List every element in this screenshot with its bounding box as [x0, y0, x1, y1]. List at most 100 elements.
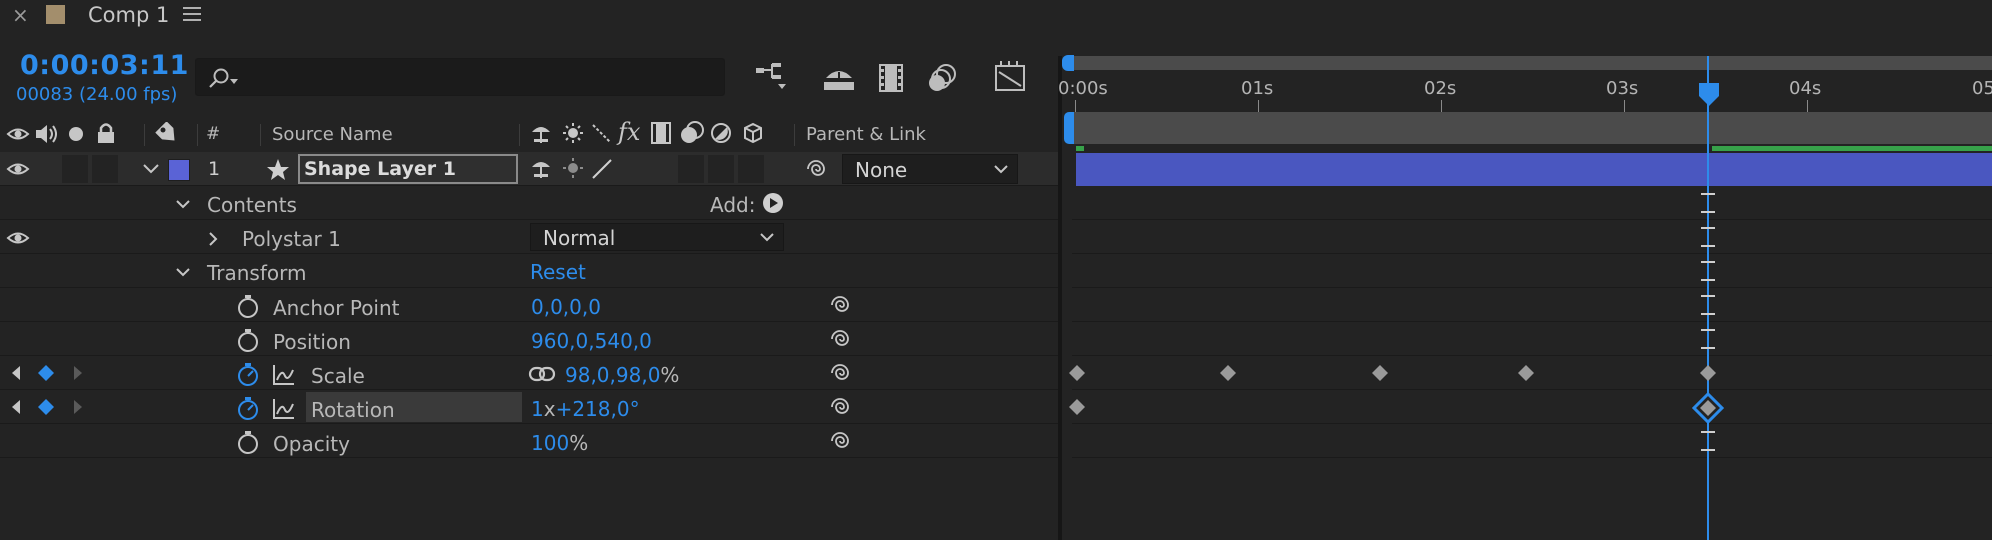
composition-tab-title[interactable]: Comp 1 — [88, 3, 169, 27]
audio-icon[interactable] — [34, 122, 60, 146]
expression-pick-whip-icon[interactable] — [830, 429, 854, 453]
graph-toggle-icon[interactable] — [272, 398, 296, 420]
solo-icon[interactable] — [68, 126, 84, 142]
time-navigator-bar[interactable] — [1066, 56, 1992, 70]
transform-label: Transform — [207, 261, 307, 285]
keyframe-diamond[interactable] — [1517, 364, 1535, 382]
blend-mode-dropdown[interactable]: Normal — [530, 223, 784, 251]
keyframe-diamond[interactable] — [1699, 364, 1717, 382]
keyframe-diamond[interactable] — [1219, 364, 1237, 382]
stopwatch-icon[interactable] — [236, 430, 260, 456]
previous-keyframe-icon[interactable] — [10, 365, 22, 381]
layer-adjustment-switch[interactable] — [708, 155, 734, 183]
constrain-proportions-link-icon[interactable] — [528, 365, 556, 383]
search-input[interactable] — [241, 63, 711, 91]
layer-duration-bar[interactable] — [1076, 153, 1992, 186]
next-keyframe-icon[interactable] — [72, 399, 84, 415]
timeline-tracks[interactable] — [1072, 152, 1992, 458]
current-time-display[interactable]: 0:00:03:11 — [20, 50, 189, 81]
chevron-down-icon[interactable] — [175, 199, 191, 209]
layer-shy-switch-icon[interactable] — [530, 157, 552, 179]
keyframe-diamond-selected[interactable] — [1692, 392, 1724, 424]
draft-3d-icon[interactable] — [822, 64, 856, 92]
time-navigator-start-handle[interactable] — [1062, 55, 1074, 71]
shy-switch-icon[interactable] — [530, 122, 552, 144]
adjustment-layer-icon[interactable] — [710, 122, 732, 144]
position-value[interactable]: 960,0,540,0 — [531, 329, 652, 353]
keyframe-diamond[interactable] — [1068, 398, 1086, 416]
panel-menu-icon[interactable] — [183, 7, 201, 25]
composition-tab-bar — [0, 0, 1992, 30]
expression-pick-whip-icon[interactable] — [830, 327, 854, 351]
layer-name-field[interactable] — [298, 154, 518, 184]
quality-switch-icon[interactable] — [590, 122, 612, 144]
ruler-label: 04s — [1789, 78, 1822, 99]
polystar-visibility-icon[interactable] — [6, 228, 30, 248]
stopwatch-active-icon[interactable] — [236, 362, 260, 388]
contents-label: Contents — [207, 193, 297, 217]
work-area-bar[interactable] — [1072, 112, 1992, 144]
parent-dropdown[interactable]: None — [842, 154, 1018, 184]
frame-blending-icon[interactable] — [876, 62, 906, 94]
position-label: Position — [273, 330, 351, 354]
keyframe-diamond[interactable] — [1068, 364, 1086, 382]
parent-pick-whip-icon[interactable] — [806, 157, 830, 181]
layer-label-color[interactable] — [168, 159, 190, 181]
lock-icon[interactable] — [96, 121, 116, 145]
work-area-start-handle[interactable] — [1064, 112, 1074, 144]
chevron-down-icon[interactable] — [175, 267, 191, 277]
keyframe-diamond[interactable] — [1371, 364, 1389, 382]
column-separator — [197, 124, 198, 146]
opacity-label: Opacity — [273, 432, 350, 456]
column-source-name-header[interactable]: Source Name — [272, 124, 393, 145]
collapse-transformations-icon[interactable] — [562, 122, 584, 144]
keyframe-toggle-icon[interactable] — [36, 397, 56, 417]
rotation-revolutions[interactable]: 1 — [531, 397, 544, 421]
video-visibility-icon[interactable] — [6, 124, 30, 144]
stopwatch-icon[interactable] — [236, 328, 260, 354]
close-tab-icon[interactable]: × — [12, 3, 29, 27]
current-time-indicator-head[interactable] — [1698, 82, 1720, 108]
keyframe-toggle-icon[interactable] — [36, 363, 56, 383]
rotation-value-group: 1x+218,0° — [531, 397, 640, 421]
transform-reset-link[interactable]: Reset — [530, 260, 586, 284]
expression-pick-whip-icon[interactable] — [830, 395, 854, 419]
effects-switch-icon[interactable]: fx — [618, 118, 640, 146]
layer-visibility-icon[interactable] — [6, 159, 30, 179]
scale-value[interactable]: 98,0,98,0 — [565, 363, 660, 387]
search-field[interactable] — [195, 58, 725, 96]
previous-keyframe-icon[interactable] — [10, 399, 22, 415]
expression-pick-whip-icon[interactable] — [830, 293, 854, 317]
next-keyframe-icon[interactable] — [72, 365, 84, 381]
frame-blend-switch-icon[interactable] — [650, 121, 672, 145]
layer-3d-switch[interactable] — [738, 155, 764, 183]
add-menu-play-icon[interactable] — [762, 192, 784, 214]
graph-editor-icon[interactable] — [992, 60, 1028, 94]
polystar-label[interactable]: Polystar 1 — [242, 227, 341, 251]
3d-layer-icon[interactable] — [742, 122, 764, 144]
graph-toggle-icon[interactable] — [272, 364, 296, 386]
anchor-point-value[interactable]: 0,0,0,0 — [531, 295, 601, 319]
composition-swatch-icon — [46, 5, 65, 24]
motion-blur-switch-icon[interactable] — [678, 120, 706, 146]
layer-motion-blur-switch[interactable] — [678, 155, 704, 183]
layer-collapse-switch-icon[interactable] — [562, 157, 584, 179]
composition-flowchart-icon[interactable] — [754, 62, 794, 92]
chevron-right-icon[interactable] — [208, 231, 218, 247]
stopwatch-active-icon[interactable] — [236, 396, 260, 422]
panel-divider[interactable] — [1058, 56, 1062, 540]
rotation-degrees[interactable]: +218,0° — [556, 397, 640, 421]
ruler-tick — [1807, 100, 1808, 112]
layer-quality-switch-icon[interactable] — [590, 157, 614, 181]
keyframe-marker-empty — [1701, 193, 1715, 213]
opacity-value[interactable]: 100 — [531, 431, 569, 455]
layer-lock-switch[interactable] — [92, 155, 118, 183]
chevron-down-icon[interactable] — [142, 163, 160, 175]
column-parent-link-header[interactable]: Parent & Link — [806, 124, 926, 145]
label-tag-icon[interactable] — [154, 122, 182, 146]
stopwatch-icon[interactable] — [236, 294, 260, 320]
layer-solo-switch[interactable] — [62, 155, 88, 183]
motion-blur-icon[interactable] — [926, 62, 960, 94]
time-ruler[interactable] — [1062, 72, 1992, 112]
expression-pick-whip-icon[interactable] — [830, 361, 854, 385]
